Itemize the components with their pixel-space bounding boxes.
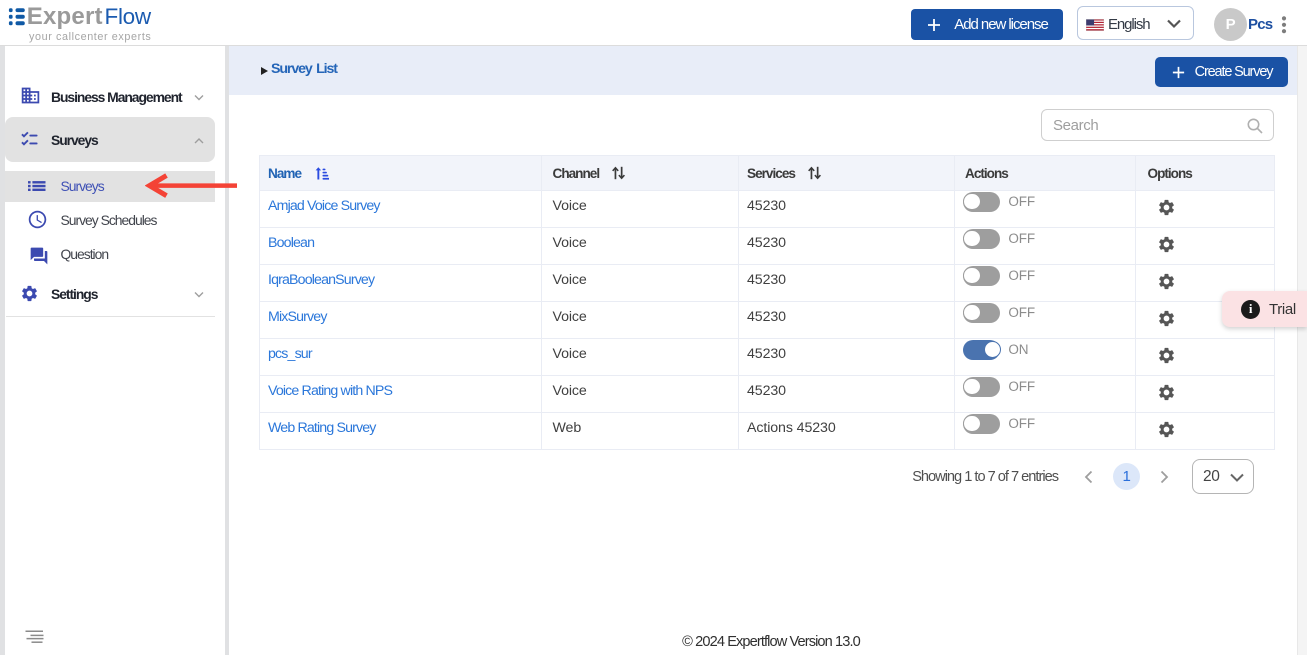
svg-text:Expert: Expert	[27, 3, 103, 30]
svg-text:your callcenter experts: your callcenter experts	[29, 31, 151, 43]
svg-text:Flow: Flow	[105, 4, 152, 29]
